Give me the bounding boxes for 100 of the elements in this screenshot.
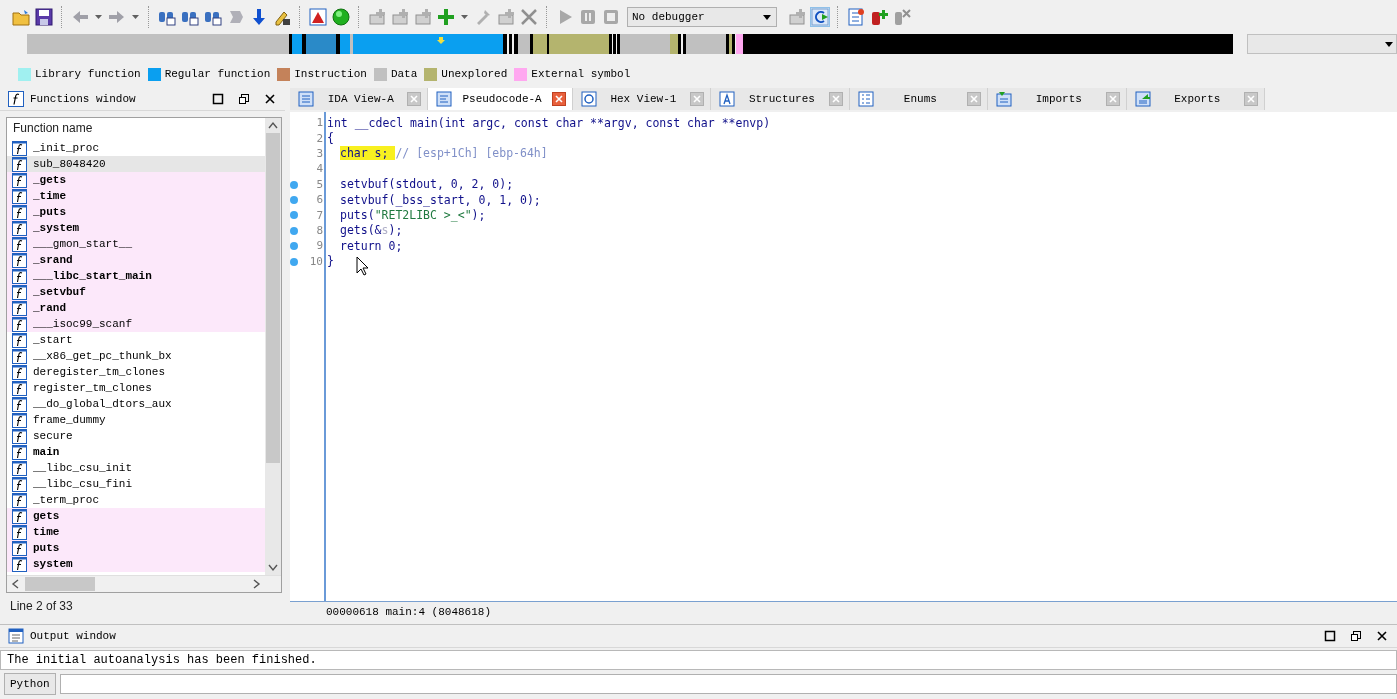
line-number: 7 bbox=[316, 208, 323, 222]
tab[interactable]: Exports bbox=[1126, 88, 1266, 110]
language-button[interactable]: Python bbox=[4, 673, 56, 695]
line-number: 10 bbox=[309, 254, 323, 268]
function-row[interactable]: frame_dummy bbox=[7, 412, 265, 428]
close-icon[interactable] bbox=[1376, 630, 1388, 642]
function-icon bbox=[12, 204, 27, 220]
function-icon bbox=[12, 540, 27, 556]
warning-icon[interactable] bbox=[309, 8, 327, 26]
plus-icon[interactable] bbox=[437, 8, 455, 26]
function-icon bbox=[12, 252, 27, 268]
function-icon bbox=[12, 364, 27, 380]
tab[interactable]: Hex View-1 bbox=[572, 88, 712, 110]
function-row[interactable]: _setvbuf bbox=[7, 284, 265, 300]
function-row[interactable]: main bbox=[7, 444, 265, 460]
line-number: 6 bbox=[316, 193, 323, 207]
function-icon bbox=[12, 508, 27, 524]
down-arrow-icon[interactable] bbox=[250, 8, 268, 26]
address-status: 00000618 main:4 (8048618) bbox=[326, 606, 492, 618]
function-row[interactable]: _system bbox=[7, 220, 265, 236]
dropdown-caret-icon[interactable] bbox=[1384, 39, 1394, 49]
legend-label: Data bbox=[390, 68, 418, 80]
function-row[interactable]: ___libc_start_main bbox=[7, 268, 265, 284]
folder-icon[interactable] bbox=[12, 8, 30, 26]
cross-icon[interactable] bbox=[520, 8, 538, 26]
function-row[interactable]: _init_proc bbox=[7, 140, 265, 156]
function-row[interactable]: __x86_get_pc_thunk_bx bbox=[7, 348, 265, 364]
function-row[interactable]: deregister_tm_clones bbox=[7, 364, 265, 380]
function-row[interactable]: _rand bbox=[7, 300, 265, 316]
line-number: 3 bbox=[316, 146, 323, 160]
function-icon bbox=[12, 380, 27, 396]
function-row[interactable]: sub_8048420 bbox=[7, 156, 265, 172]
function-row[interactable]: _time bbox=[7, 188, 265, 204]
command-field[interactable] bbox=[59, 674, 1397, 694]
circle-icon[interactable] bbox=[332, 8, 350, 26]
restore-icon[interactable] bbox=[1350, 630, 1362, 642]
function-icon bbox=[12, 444, 27, 460]
tab[interactable]: Enums bbox=[849, 88, 989, 110]
maximize-icon[interactable] bbox=[212, 93, 224, 105]
legend-label: External symbol bbox=[531, 68, 631, 80]
navigation-band-drawing[interactable] bbox=[27, 34, 1233, 54]
breakpoint-plus-icon[interactable] bbox=[870, 8, 888, 26]
tab-close-icon[interactable] bbox=[551, 92, 566, 106]
function-icon bbox=[12, 316, 27, 332]
function-row[interactable]: secure bbox=[7, 428, 265, 444]
scroll-left-icon[interactable] bbox=[11, 579, 19, 589]
function-row[interactable]: register_tm_clones bbox=[7, 380, 265, 396]
function-row[interactable]: system bbox=[7, 556, 265, 572]
line-number: 1 bbox=[316, 116, 323, 130]
function-row[interactable]: gets bbox=[7, 508, 265, 524]
function-row[interactable]: _puts bbox=[7, 204, 265, 220]
function-icon bbox=[12, 156, 27, 172]
function-row[interactable]: time bbox=[7, 524, 265, 540]
function-row[interactable]: _srand bbox=[7, 252, 265, 268]
close-icon[interactable] bbox=[264, 93, 276, 105]
scroll-down-icon[interactable] bbox=[268, 564, 278, 572]
maximize-icon[interactable] bbox=[1324, 630, 1336, 642]
function-icon bbox=[8, 91, 24, 107]
breakpoint-cross-icon[interactable] bbox=[893, 8, 911, 26]
function-row[interactable]: __libc_csu_fini bbox=[7, 476, 265, 492]
tab-icon bbox=[298, 91, 314, 107]
scroll-right-icon[interactable] bbox=[253, 579, 261, 589]
save-icon[interactable] bbox=[35, 8, 53, 26]
c-code-icon[interactable] bbox=[811, 8, 829, 26]
tab[interactable]: Imports bbox=[988, 88, 1127, 110]
horizontal-scrollbar[interactable] bbox=[7, 575, 281, 592]
function-row[interactable]: _gets bbox=[7, 172, 265, 188]
function-row[interactable]: ___isoc99_scanf bbox=[7, 316, 265, 332]
function-icon bbox=[12, 332, 27, 348]
tab[interactable]: IDA View-A bbox=[290, 88, 429, 110]
function-row[interactable]: __libc_csu_init bbox=[7, 460, 265, 476]
mouse-pointer-icon bbox=[356, 256, 370, 276]
code-line: puts("RET2LIBC >_<"); bbox=[340, 208, 486, 223]
column-header[interactable]: Function name bbox=[7, 118, 265, 138]
function-icon bbox=[12, 396, 27, 412]
code-line: { bbox=[327, 131, 334, 146]
code-line: char s; // [esp+1Ch] [ebp-64h] bbox=[340, 146, 548, 161]
vertical-scrollbar[interactable] bbox=[265, 118, 281, 575]
function-row[interactable]: puts bbox=[7, 540, 265, 556]
tab-icon bbox=[857, 91, 874, 107]
document-icon bbox=[8, 628, 24, 644]
restore-icon[interactable] bbox=[238, 93, 250, 105]
scroll-up-icon[interactable] bbox=[268, 121, 278, 129]
debugger-dropdown[interactable]: No debugger bbox=[627, 7, 777, 27]
function-row[interactable]: _term_proc bbox=[7, 492, 265, 508]
list-icon[interactable] bbox=[847, 8, 865, 26]
function-icon bbox=[12, 460, 27, 476]
function-icon bbox=[12, 300, 27, 316]
tab[interactable]: Structures bbox=[711, 88, 850, 110]
function-icon bbox=[12, 140, 27, 156]
function-row[interactable]: _start bbox=[7, 332, 265, 348]
function-icon bbox=[12, 412, 27, 428]
tab-icon bbox=[436, 91, 453, 107]
function-row[interactable]: ___gmon_start__ bbox=[7, 236, 265, 252]
code-line: gets(&s); bbox=[340, 223, 403, 238]
function-row[interactable]: __do_global_dtors_aux bbox=[7, 396, 265, 412]
line-number: 5 bbox=[316, 177, 323, 191]
tab[interactable]: Pseudocode-A bbox=[428, 88, 573, 110]
dropdown-caret-icon[interactable] bbox=[762, 12, 772, 22]
tab-icon bbox=[1134, 91, 1151, 107]
